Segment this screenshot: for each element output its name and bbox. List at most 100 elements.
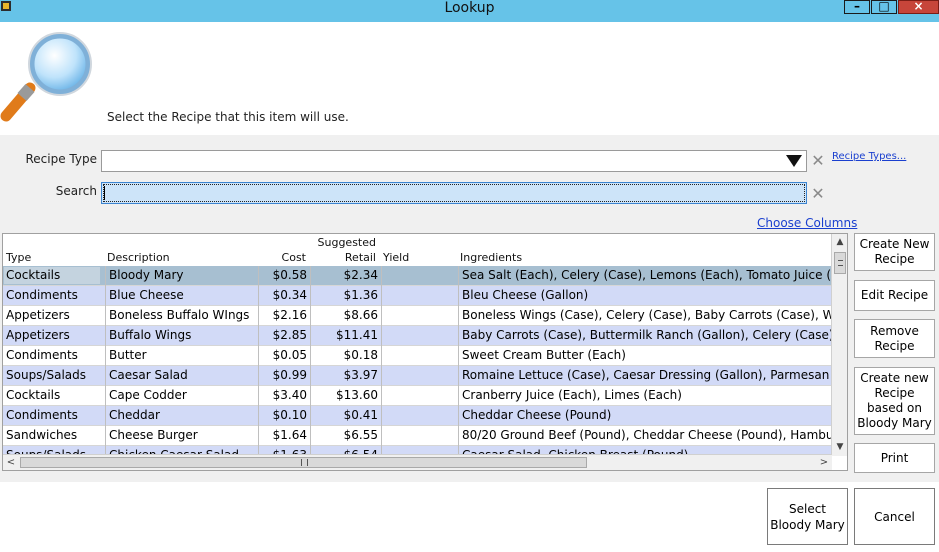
magnifier-icon	[0, 32, 92, 122]
cell-yield	[381, 286, 458, 306]
select-recipe-button[interactable]: Select Bloody Mary	[767, 488, 848, 545]
table-row[interactable]: Condiments Butter $0.05 $0.18 Sweet Cream Bu…	[3, 346, 832, 366]
search-field[interactable]	[101, 182, 807, 204]
cell-retail: $2.34	[310, 266, 381, 286]
cell-yield	[381, 266, 458, 286]
cell-type: Appetizers	[6, 308, 70, 322]
cell-retail: $0.41	[310, 406, 381, 426]
clear-recipe-type-icon[interactable]: ✕	[809, 152, 827, 170]
cell-ingredients: Cranberry Juice (Each), Limes (Each)	[458, 386, 832, 406]
column-header-description[interactable]: Description	[107, 251, 170, 264]
cell-type: Soups/Salads	[6, 368, 87, 382]
cell-type: Sandwiches	[6, 428, 78, 442]
column-header-yield[interactable]: Yield	[383, 251, 409, 264]
cell-cost: $0.05	[258, 346, 310, 366]
cell-description: Cheddar	[105, 406, 258, 426]
app-icon	[1, 1, 11, 11]
table-row[interactable]: Appetizers Boneless Buffalo WIngs $2.16 $8.…	[3, 306, 832, 326]
cell-description: Caesar Salad	[105, 366, 258, 386]
scroll-right-icon[interactable]: >	[816, 455, 832, 470]
column-header-retail[interactable]: Retail	[310, 251, 376, 264]
cell-retail: $11.41	[310, 326, 381, 346]
recipe-type-label: Recipe Type	[25, 152, 98, 166]
edit-recipe-button[interactable]: Edit Recipe	[854, 280, 935, 311]
cell-ingredients: 80/20 Ground Beef (Pound), Cheddar Chees…	[458, 426, 832, 446]
cell-type: Cocktails	[6, 268, 61, 282]
table-row[interactable]: Soups/Salads Caesar Salad $0.99 $3.97 Romain…	[3, 366, 832, 386]
cell-yield	[381, 346, 458, 366]
cell-yield	[381, 386, 458, 406]
cell-type: Cocktails	[6, 388, 61, 402]
column-header-type[interactable]: Type	[6, 251, 31, 264]
column-header-cost[interactable]: Cost	[258, 251, 306, 264]
cell-cost: $0.99	[258, 366, 310, 386]
cell-ingredients: Romaine Lettuce (Case), Caesar Dressing …	[458, 366, 832, 386]
cell-cost: $2.85	[258, 326, 310, 346]
clear-search-icon[interactable]: ✕	[809, 185, 827, 203]
cell-description: Blue Cheese	[105, 286, 258, 306]
text-caret	[104, 186, 105, 200]
instruction-text: Select the Recipe that this item will us…	[107, 110, 349, 124]
cell-type: Condiments	[6, 408, 78, 422]
table-row[interactable]: Cocktails Bloody Mary $0.58 $2.34 Sea Salt (…	[3, 266, 832, 286]
cell-description: Butter	[105, 346, 258, 366]
grid-body: Cocktails Bloody Mary $0.58 $2.34 Sea Salt (…	[3, 266, 832, 456]
cell-cost: $2.16	[258, 306, 310, 326]
column-header-suggested[interactable]: Suggested	[310, 236, 376, 249]
window-title: Lookup	[444, 0, 495, 16]
cell-description: Cape Codder	[105, 386, 258, 406]
cell-cost: $3.40	[258, 386, 310, 406]
vertical-scroll-thumb[interactable]	[834, 252, 846, 274]
cell-cost: $0.58	[258, 266, 310, 286]
horizontal-scrollbar[interactable]: < >	[3, 454, 832, 470]
cell-yield	[381, 326, 458, 346]
scroll-left-icon[interactable]: <	[3, 455, 19, 470]
minimize-button[interactable]: –	[844, 0, 870, 14]
vertical-scrollbar[interactable]: ▲ ▼	[831, 234, 847, 456]
cell-type: Appetizers	[6, 328, 70, 342]
cell-retail: $6.55	[310, 426, 381, 446]
table-row[interactable]: Condiments Blue Cheese $0.34 $1.36 Bleu Chee…	[3, 286, 832, 306]
scroll-up-icon[interactable]: ▲	[832, 234, 847, 251]
cell-retail: $8.66	[310, 306, 381, 326]
cell-yield	[381, 306, 458, 326]
print-button[interactable]: Print	[854, 443, 935, 473]
search-label: Search	[55, 184, 97, 198]
cell-description: Boneless Buffalo WIngs	[105, 306, 258, 326]
search-input[interactable]	[102, 183, 806, 203]
cell-yield	[381, 366, 458, 386]
recipe-types-link[interactable]: Recipe Types...	[832, 151, 906, 162]
cell-cost: $0.10	[258, 406, 310, 426]
cell-description: Buffalo Wings	[105, 326, 258, 346]
scroll-down-icon[interactable]: ▼	[832, 439, 847, 456]
table-row[interactable]: Sandwiches Cheese Burger $1.64 $6.55 80/20 G…	[3, 426, 832, 446]
cell-type: Condiments	[6, 288, 78, 302]
cell-retail: $1.36	[310, 286, 381, 306]
table-row[interactable]: Cocktails Cape Codder $3.40 $13.60 Cranberry…	[3, 386, 832, 406]
cell-retail: $0.18	[310, 346, 381, 366]
cell-ingredients: Bleu Cheese (Gallon)	[458, 286, 832, 306]
maximize-button[interactable]: □	[871, 0, 897, 14]
triangle-down-icon[interactable]	[786, 155, 802, 167]
horizontal-scroll-thumb[interactable]	[20, 457, 587, 468]
close-button[interactable]: ×	[898, 0, 939, 14]
cell-ingredients: Sweet Cream Butter (Each)	[458, 346, 832, 366]
create-based-on-button[interactable]: Create new Recipe based on Bloody Mary	[854, 367, 935, 435]
table-row[interactable]: Condiments Cheddar $0.10 $0.41 Cheddar Chees…	[3, 406, 832, 426]
column-header-ingredients[interactable]: Ingredients	[460, 251, 522, 264]
remove-recipe-button[interactable]: Remove Recipe	[854, 319, 935, 358]
cell-ingredients: Sea Salt (Each), Celery (Case), Lemons (…	[458, 266, 832, 286]
title-bar-overlay: Lookup	[0, 0, 939, 22]
cell-yield	[381, 406, 458, 426]
cell-type: Condiments	[6, 348, 78, 362]
cell-ingredients: Boneless Wings (Case), Celery (Case), Ba…	[458, 306, 832, 326]
cell-retail: $3.97	[310, 366, 381, 386]
cell-cost: $1.64	[258, 426, 310, 446]
recipe-grid[interactable]: Type Description Cost Suggested Retail Y…	[2, 233, 848, 471]
create-new-recipe-button[interactable]: Create New Recipe	[854, 233, 935, 271]
recipe-type-dropdown[interactable]	[101, 150, 807, 172]
cell-description: Bloody Mary	[105, 266, 258, 286]
choose-columns-link[interactable]: Choose Columns	[757, 216, 857, 230]
cancel-button[interactable]: Cancel	[854, 488, 935, 545]
table-row[interactable]: Appetizers Buffalo Wings $2.85 $11.41 Baby C…	[3, 326, 832, 346]
